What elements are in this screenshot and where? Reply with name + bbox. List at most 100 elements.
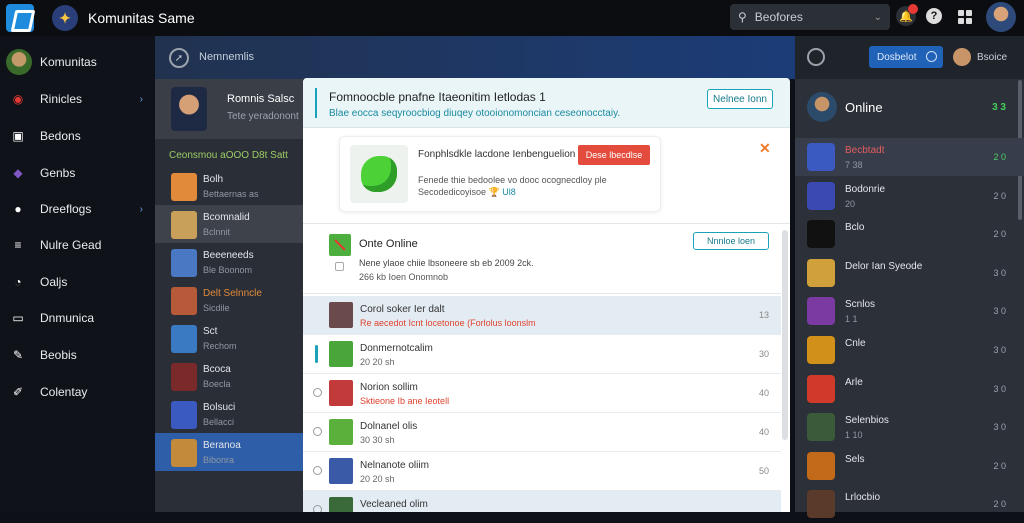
profile-card[interactable]: Romnis Salsc Tete yeradonont <box>155 79 303 139</box>
panel-user-avatar[interactable] <box>953 48 971 66</box>
promo-desc-2-text: Secodedicoyisoe <box>418 187 487 197</box>
sidebar-item[interactable]: ◆ Genbs <box>0 155 155 191</box>
sidebar-item[interactable]: ◉ Rinicles › <box>0 81 155 117</box>
puzzle-icon: ◆ <box>13 166 23 180</box>
sidebar-item[interactable]: ≡ Nulre Gead <box>0 227 155 263</box>
member-name: Bolsuci <box>203 402 236 413</box>
member-row[interactable]: Beranoa Bibonra <box>155 433 303 471</box>
member-row[interactable]: Bcomnalid Bclnnit <box>155 205 303 243</box>
user-avatar[interactable] <box>986 2 1016 32</box>
list-item-title: Corol soker Ier dalt <box>360 304 445 315</box>
panel-action-button[interactable]: Dosbelot <box>869 46 943 68</box>
online-user-count: 2 0 <box>993 152 1006 162</box>
online-user-meta: 1 1 <box>845 314 858 325</box>
promo-cta-button[interactable]: Dese lbecdlse <box>578 145 650 165</box>
search-box[interactable]: ⚲ Beofores ⌄ <box>730 4 890 30</box>
sidebar-item[interactable]: ✎ Beobis <box>0 337 155 373</box>
help-icon[interactable]: ? <box>926 8 942 24</box>
online-user-meta: 7 38 <box>845 160 863 170</box>
online-user-row[interactable]: Delor Ian Syeode 3 0 <box>795 254 1024 292</box>
app-badge-icon: ✦ <box>52 5 78 31</box>
list-item-radio[interactable] <box>313 466 322 475</box>
member-row[interactable]: Bcoca Boecla <box>155 357 303 395</box>
online-user-name: Lrlocbio <box>845 492 881 504</box>
sidebar-item-label: Colentay <box>40 385 88 399</box>
list-item-radio[interactable] <box>313 505 322 512</box>
online-user-row[interactable]: Arle 3 0 <box>795 370 1024 408</box>
online-user-count: 3 0 <box>993 345 1006 355</box>
promo-link[interactable]: Ul8 <box>502 187 516 197</box>
compass-icon[interactable]: ➚ <box>169 48 189 68</box>
chevron-right-icon[interactable]: › <box>140 204 143 215</box>
member-avatar <box>171 249 197 277</box>
online-user-row[interactable]: Sels 2 0 <box>795 447 1024 485</box>
online-user-name: Sels <box>845 453 865 465</box>
profile-name: Romnis Salsc <box>227 93 295 105</box>
sidebar-item[interactable]: ▭ Dnmunica <box>0 300 155 336</box>
section-label: Ceonsmou aOOO D8t Satt <box>169 150 288 161</box>
member-row[interactable]: Bolsuci Bellacci <box>155 395 303 433</box>
online-user-count: 3 0 <box>993 306 1006 317</box>
list-item[interactable]: Dolnanel olis 30 30 sh 40 <box>303 413 781 452</box>
list-item-radio[interactable] <box>313 427 322 436</box>
online-user-row[interactable]: Selenbios 1 10 3 0 <box>795 408 1024 446</box>
notification-button[interactable]: 🔔 <box>896 4 918 26</box>
member-status: Bellacci <box>203 417 235 427</box>
chevron-down-icon[interactable]: ⌄ <box>874 12 882 23</box>
member-name: Sct <box>203 326 218 337</box>
promo-card[interactable]: Fonphlsdkle lacdone Ienbenguelion Fenede… <box>339 136 661 212</box>
modal-header-button[interactable]: Nelnee Ionn <box>707 89 773 109</box>
promo-image <box>350 145 408 203</box>
online-checkbox[interactable] <box>335 262 344 271</box>
gamepad-icon: ● <box>14 202 22 216</box>
online-count: 3 3 <box>992 102 1006 113</box>
member-row[interactable]: Bolh Bettaernas as <box>155 167 303 205</box>
panel-action-label: Dosbelot <box>877 51 917 63</box>
member-status: Boecla <box>203 379 231 389</box>
online-user-row[interactable]: Scnlos 1 1 3 0 <box>795 292 1024 330</box>
online-user-row[interactable]: Lrlocbio 2 0 <box>795 485 1024 523</box>
chevron-right-icon[interactable]: › <box>140 94 143 105</box>
online-user-count: 2 0 <box>993 499 1006 510</box>
member-name: Delt Selnncle <box>203 288 262 299</box>
sidebar-item[interactable]: ◔ Oaljs <box>0 264 155 300</box>
list-item-radio[interactable] <box>313 388 322 397</box>
member-row[interactable]: Beeeneeds Ble Boonom <box>155 243 303 281</box>
top-bar: ✦ Komunitas Same ⚲ Beofores ⌄ 🔔 ? <box>0 0 1024 36</box>
list-item[interactable]: Vecleaned olim <box>303 491 781 512</box>
list-item[interactable]: Corol soker Ier dalt Re aecedot Icnt loce… <box>303 296 781 335</box>
online-user-avatar <box>807 143 835 171</box>
list-item-subtitle: Re aecedot Icnt locetonoe (Forlolus loon… <box>360 318 536 328</box>
online-user-row[interactable]: Bodonrie 20 2 0 <box>795 177 1024 215</box>
smiley-icon[interactable] <box>807 48 825 66</box>
promo-title: Fonphlsdkle lacdone Ienbenguelion <box>418 149 576 160</box>
list-item[interactable]: Donmernotcalim 20 20 sh 30 <box>303 335 781 374</box>
modal-scrollbar[interactable] <box>782 230 788 440</box>
online-header-button[interactable]: Nnnloe loen <box>693 232 769 250</box>
modal-dialog: Fomnoocble pnafne Itaeonitim Ietlodas 1 … <box>303 78 790 512</box>
online-user-name: Bclo <box>845 222 865 234</box>
online-user-row[interactable]: Cnle 3 0 <box>795 331 1024 369</box>
sidebar-item[interactable]: ● Dreeflogs › <box>0 191 155 227</box>
list-item-subtitle: Sktieone Ib ane Ieotell <box>360 396 450 406</box>
member-row[interactable]: Sct Rechom <box>155 319 303 357</box>
online-panel: Dosbelot Bsoice Online 3 3 Becbtadt 7 38 2… <box>795 36 1024 519</box>
sidebar-item[interactable]: Komunitas <box>0 44 155 80</box>
list-item-count: 40 <box>758 427 769 437</box>
list-item-avatar <box>329 458 353 484</box>
apps-grid-icon[interactable] <box>958 10 972 24</box>
sidebar-item[interactable]: ▣ Bedons <box>0 118 155 154</box>
online-avatar <box>807 92 837 122</box>
close-icon[interactable]: ✕ <box>759 140 771 157</box>
online-user-row[interactable]: Becbtadt 7 38 2 0 <box>795 138 1024 176</box>
member-avatar <box>171 439 197 467</box>
member-status: Bettaernas as <box>203 189 259 199</box>
modal-subtitle: Blae eocca seqyroocbiog diuqey otooionom… <box>329 108 621 119</box>
list-item-avatar <box>329 497 353 512</box>
list-item[interactable]: Nelnanote oliim 20 20 sh 50 <box>303 452 781 491</box>
sidebar-item[interactable]: ✐ Colentay <box>0 374 155 410</box>
list-item[interactable]: Norion sollim Sktieone Ib ane Ieotell 40 <box>303 374 781 413</box>
online-user-row[interactable]: Bclo 2 0 <box>795 215 1024 253</box>
app-logo[interactable] <box>0 0 40 36</box>
member-row[interactable]: Delt Selnncle Sicdile <box>155 281 303 319</box>
